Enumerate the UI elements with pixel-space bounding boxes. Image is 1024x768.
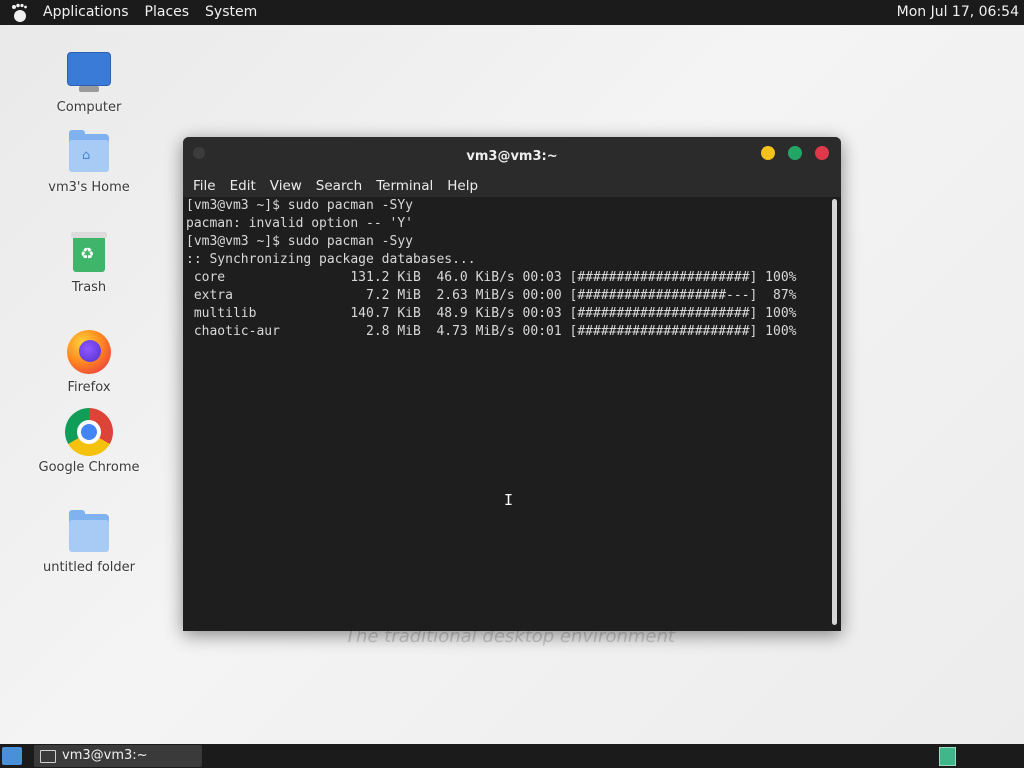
window-titlebar[interactable]: vm3@vm3:~ bbox=[183, 137, 841, 175]
show-desktop-icon[interactable] bbox=[2, 747, 22, 765]
terminal-window-icon bbox=[40, 750, 56, 763]
menu-edit[interactable]: Edit bbox=[223, 178, 263, 194]
terminal-scrollbar[interactable] bbox=[832, 199, 837, 625]
desktop-icon-label: vm3's Home bbox=[48, 180, 130, 195]
text-cursor-icon: I bbox=[504, 491, 514, 509]
terminal-window[interactable]: vm3@vm3:~ File Edit View Search Terminal… bbox=[183, 137, 841, 631]
close-button[interactable] bbox=[815, 146, 829, 160]
terminal-line: extra 7.2 MiB 2.63 MiB/s 00:00 [########… bbox=[186, 288, 797, 303]
folder-icon bbox=[65, 508, 113, 556]
menu-applications[interactable]: Applications bbox=[35, 0, 137, 25]
menu-system[interactable]: System bbox=[197, 0, 265, 25]
terminal-output[interactable]: [vm3@vm3 ~]$ sudo pacman -SYy pacman: inv… bbox=[183, 197, 828, 631]
desktop-icon-home[interactable]: ⌂ vm3's Home bbox=[34, 128, 144, 195]
firefox-icon bbox=[65, 328, 113, 376]
menu-search[interactable]: Search bbox=[309, 178, 369, 194]
desktop-icon-label: Computer bbox=[56, 100, 122, 115]
maximize-button[interactable] bbox=[788, 146, 802, 160]
computer-icon bbox=[65, 48, 113, 96]
desktop-icon-label: Trash bbox=[71, 280, 107, 295]
terminal-line: pacman: invalid option -- 'Y' bbox=[186, 216, 413, 231]
terminal-line: multilib 140.7 KiB 48.9 KiB/s 00:03 [###… bbox=[186, 306, 797, 321]
menu-terminal[interactable]: Terminal bbox=[369, 178, 440, 194]
desktop-icon-trash[interactable]: ♻ Trash bbox=[34, 228, 144, 295]
desktop-icon-label: Firefox bbox=[67, 380, 111, 395]
taskbar-item-terminal[interactable]: vm3@vm3:~ bbox=[34, 745, 202, 767]
terminal-line: [vm3@vm3 ~]$ sudo pacman -Syy bbox=[186, 234, 413, 249]
terminal-line: chaotic-aur 2.8 MiB 4.73 MiB/s 00:01 [##… bbox=[186, 324, 797, 339]
minimize-button[interactable] bbox=[761, 146, 775, 160]
workspace-switcher[interactable] bbox=[939, 747, 956, 766]
desktop-icon-untitled-folder[interactable]: untitled folder bbox=[34, 508, 144, 575]
trash-icon: ♻ bbox=[65, 228, 113, 276]
terminal-menubar: File Edit View Search Terminal Help bbox=[183, 175, 841, 197]
desktop-icon-firefox[interactable]: Firefox bbox=[34, 328, 144, 395]
bottom-panel: vm3@vm3:~ bbox=[0, 744, 1024, 768]
menu-help[interactable]: Help bbox=[440, 178, 485, 194]
terminal-line: [vm3@vm3 ~]$ sudo pacman -SYy bbox=[186, 198, 413, 213]
terminal-line: core 131.2 KiB 46.0 KiB/s 00:03 [#######… bbox=[186, 270, 797, 285]
desktop-icon-label: Google Chrome bbox=[38, 460, 140, 475]
desktop-icon-label: untitled folder bbox=[42, 560, 135, 575]
desktop-icon-computer[interactable]: Computer bbox=[34, 48, 144, 115]
menu-places[interactable]: Places bbox=[137, 0, 198, 25]
chrome-icon bbox=[65, 408, 113, 456]
desktop-icon-chrome[interactable]: Google Chrome bbox=[34, 408, 144, 475]
terminal-line: :: Synchronizing package databases... bbox=[186, 252, 476, 267]
window-title: vm3@vm3:~ bbox=[466, 149, 558, 164]
top-panel: Applications Places System Mon Jul 17, 0… bbox=[0, 0, 1024, 25]
taskbar-item-label: vm3@vm3:~ bbox=[62, 748, 148, 763]
home-folder-icon: ⌂ bbox=[65, 128, 113, 176]
clock[interactable]: Mon Jul 17, 06:54 bbox=[897, 0, 1019, 25]
menu-view[interactable]: View bbox=[263, 178, 309, 194]
menu-file[interactable]: File bbox=[186, 178, 223, 194]
gnome-foot-icon[interactable] bbox=[9, 3, 29, 23]
